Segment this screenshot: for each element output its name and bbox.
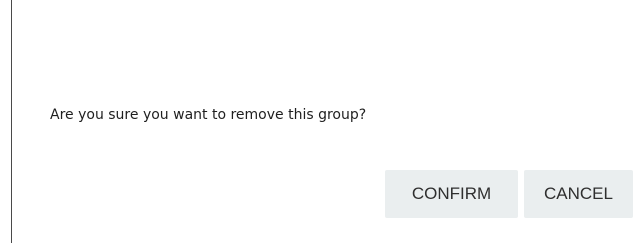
cancel-button[interactable]: CANCEL: [524, 170, 633, 218]
left-border-divider: [11, 0, 12, 243]
confirm-button[interactable]: CONFIRM: [385, 170, 518, 218]
dialog-actions: CONFIRM CANCEL: [385, 170, 633, 218]
remove-group-confirmation-message: Are you sure you want to remove this gro…: [50, 107, 367, 123]
